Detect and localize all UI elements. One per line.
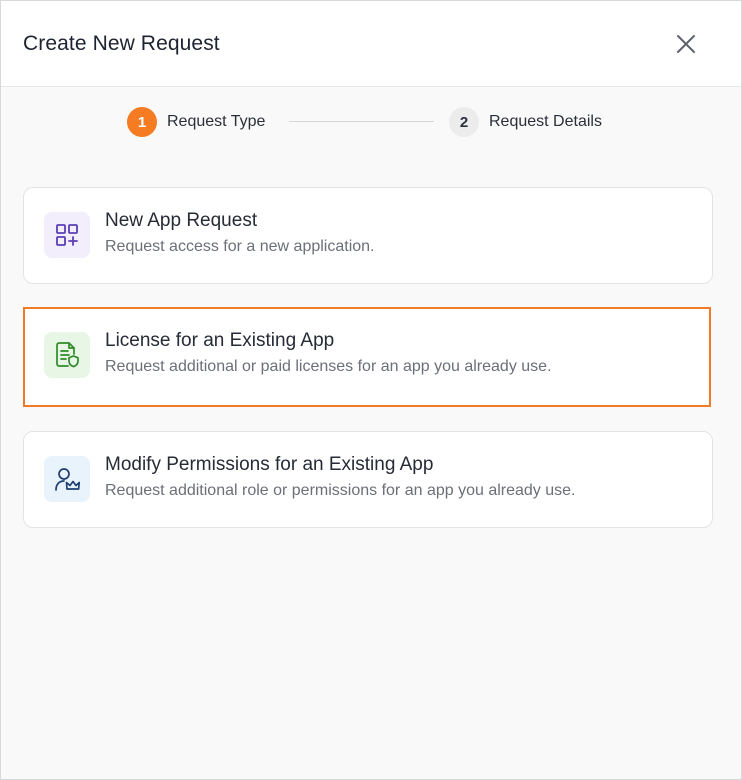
option-title: License for an Existing App: [105, 330, 335, 351]
step-number-badge: 2: [449, 107, 479, 137]
option-description: Request access for a new application.: [105, 238, 375, 255]
step-request-details: 2 Request Details: [449, 107, 602, 137]
modal-header: Create New Request: [1, 1, 741, 87]
create-request-modal: Create New Request 1 Request Type 2 Requ…: [0, 0, 742, 780]
step-connector: [289, 121, 434, 122]
option-new-app-request[interactable]: New App Request Request access for a new…: [23, 187, 713, 284]
step-number-badge: 1: [127, 107, 157, 137]
option-text: Modify Permissions for an Existing App R…: [105, 453, 576, 501]
option-description: Request additional or paid licenses for …: [105, 358, 552, 375]
option-license-existing-app[interactable]: License for an Existing App Request addi…: [23, 307, 711, 407]
step-label: Request Type: [167, 113, 266, 130]
option-text: License for an Existing App Request addi…: [105, 329, 552, 377]
close-icon: [677, 34, 695, 53]
option-modify-permissions[interactable]: Modify Permissions for an Existing App R…: [23, 431, 713, 528]
option-text: New App Request Request access for a new…: [105, 209, 374, 257]
stepper: 1 Request Type 2 Request Details: [1, 107, 742, 137]
step-label: Request Details: [489, 113, 602, 130]
option-icon-container: [44, 456, 90, 502]
close-button[interactable]: [675, 33, 697, 55]
user-crown-icon: [55, 468, 80, 491]
option-title: New App Request: [105, 210, 258, 231]
option-title: Modify Permissions for an Existing App: [105, 454, 434, 475]
modal-title: Create New Request: [23, 31, 220, 55]
license-document-icon: [56, 342, 79, 368]
option-icon-container: [44, 212, 90, 258]
option-icon-container: [44, 332, 90, 378]
option-description: Request additional role or permissions f…: [105, 482, 576, 499]
step-request-type: 1 Request Type: [127, 107, 265, 137]
apps-add-icon: [56, 224, 78, 246]
